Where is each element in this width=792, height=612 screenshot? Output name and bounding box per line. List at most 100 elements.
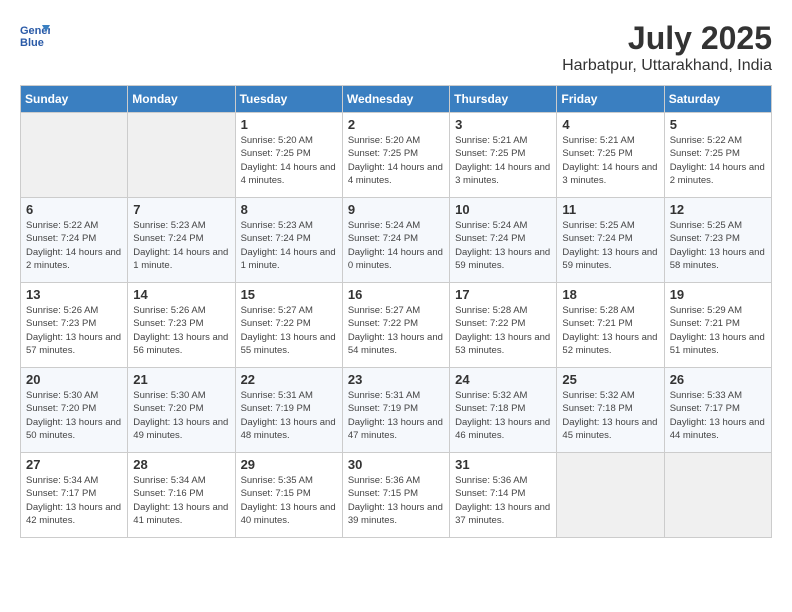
day-info: Sunrise: 5:34 AMSunset: 7:16 PMDaylight:…: [133, 474, 229, 527]
day-number: 9: [348, 202, 444, 217]
day-number: 21: [133, 372, 229, 387]
day-info: Sunrise: 5:24 AMSunset: 7:24 PMDaylight:…: [348, 219, 444, 272]
day-number: 10: [455, 202, 551, 217]
calendar-cell: 31Sunrise: 5:36 AMSunset: 7:14 PMDayligh…: [450, 453, 557, 538]
day-info: Sunrise: 5:30 AMSunset: 7:20 PMDaylight:…: [26, 389, 122, 442]
calendar-cell: 7 Sunrise: 5:23 AMSunset: 7:24 PMDaylight…: [128, 198, 235, 283]
day-info: Sunrise: 5:28 AMSunset: 7:22 PMDaylight:…: [455, 304, 551, 357]
calendar-cell: 17 Sunrise: 5:28 AMSunset: 7:22 PMDayligh…: [450, 283, 557, 368]
day-number: 17: [455, 287, 551, 302]
weekday-header-row: SundayMondayTuesdayWednesdayThursdayFrid…: [21, 86, 772, 113]
calendar-cell: 11 Sunrise: 5:25 AMSunset: 7:24 PMDayligh…: [557, 198, 664, 283]
calendar-cell: 27 Sunrise: 5:34 AMSunset: 7:17 PMDayligh…: [21, 453, 128, 538]
day-number: 26: [670, 372, 766, 387]
day-number: 12: [670, 202, 766, 217]
calendar-cell: 15 Sunrise: 5:27 AMSunset: 7:22 PMDayligh…: [235, 283, 342, 368]
weekday-header: Thursday: [450, 86, 557, 113]
day-info: Sunrise: 5:32 AMSunset: 7:18 PMDaylight:…: [455, 389, 551, 442]
day-number: 7: [133, 202, 229, 217]
day-info: Sunrise: 5:23 AMSunset: 7:24 PMDaylight:…: [241, 219, 337, 272]
calendar-cell: 6 Sunrise: 5:22 AMSunset: 7:24 PMDaylight…: [21, 198, 128, 283]
day-number: 8: [241, 202, 337, 217]
calendar-cell: 5Sunrise: 5:22 AMSunset: 7:25 PMDaylight…: [664, 113, 771, 198]
calendar-cell: [664, 453, 771, 538]
calendar-cell: [128, 113, 235, 198]
calendar-cell: 16 Sunrise: 5:27 AMSunset: 7:22 PMDayligh…: [342, 283, 449, 368]
logo-icon: General Blue: [20, 20, 50, 50]
calendar-cell: [21, 113, 128, 198]
day-number: 29: [241, 457, 337, 472]
weekday-header: Saturday: [664, 86, 771, 113]
day-info: Sunrise: 5:22 AMSunset: 7:25 PMDaylight:…: [670, 134, 766, 187]
calendar-cell: 2 Sunrise: 5:20 AMSunset: 7:25 PMDaylight…: [342, 113, 449, 198]
calendar-cell: 1 Sunrise: 5:20 AMSunset: 7:25 PMDaylight…: [235, 113, 342, 198]
day-info: Sunrise: 5:20 AMSunset: 7:25 PMDaylight:…: [348, 134, 444, 187]
day-info: Sunrise: 5:33 AMSunset: 7:17 PMDaylight:…: [670, 389, 766, 442]
weekday-header: Tuesday: [235, 86, 342, 113]
day-number: 16: [348, 287, 444, 302]
day-info: Sunrise: 5:25 AMSunset: 7:24 PMDaylight:…: [562, 219, 658, 272]
calendar-cell: 8 Sunrise: 5:23 AMSunset: 7:24 PMDaylight…: [235, 198, 342, 283]
calendar-cell: 30Sunrise: 5:36 AMSunset: 7:15 PMDayligh…: [342, 453, 449, 538]
calendar-cell: 14 Sunrise: 5:26 AMSunset: 7:23 PMDayligh…: [128, 283, 235, 368]
page-header: General Blue July 2025 Harbatpur, Uttara…: [20, 20, 772, 75]
calendar-cell: 28 Sunrise: 5:34 AMSunset: 7:16 PMDayligh…: [128, 453, 235, 538]
day-info: Sunrise: 5:23 AMSunset: 7:24 PMDaylight:…: [133, 219, 229, 272]
day-number: 11: [562, 202, 658, 217]
day-number: 27: [26, 457, 122, 472]
month-title: July 2025: [562, 20, 772, 57]
calendar-cell: [557, 453, 664, 538]
title-block: July 2025 Harbatpur, Uttarakhand, India: [562, 20, 772, 75]
day-number: 24: [455, 372, 551, 387]
calendar-week-row: 1 Sunrise: 5:20 AMSunset: 7:25 PMDaylight…: [21, 113, 772, 198]
day-info: Sunrise: 5:34 AMSunset: 7:17 PMDaylight:…: [26, 474, 122, 527]
day-info: Sunrise: 5:27 AMSunset: 7:22 PMDaylight:…: [241, 304, 337, 357]
day-info: Sunrise: 5:22 AMSunset: 7:24 PMDaylight:…: [26, 219, 122, 272]
calendar-cell: 13Sunrise: 5:26 AMSunset: 7:23 PMDayligh…: [21, 283, 128, 368]
weekday-header: Sunday: [21, 86, 128, 113]
logo: General Blue: [20, 20, 50, 50]
day-number: 23: [348, 372, 444, 387]
day-number: 19: [670, 287, 766, 302]
day-number: 25: [562, 372, 658, 387]
day-number: 18: [562, 287, 658, 302]
day-info: Sunrise: 5:29 AMSunset: 7:21 PMDaylight:…: [670, 304, 766, 357]
calendar-cell: 12 Sunrise: 5:25 AMSunset: 7:23 PMDayligh…: [664, 198, 771, 283]
day-info: Sunrise: 5:20 AMSunset: 7:25 PMDaylight:…: [241, 134, 337, 187]
calendar-cell: 3 Sunrise: 5:21 AMSunset: 7:25 PMDaylight…: [450, 113, 557, 198]
day-number: 15: [241, 287, 337, 302]
calendar-table: SundayMondayTuesdayWednesdayThursdayFrid…: [20, 85, 772, 538]
location-title: Harbatpur, Uttarakhand, India: [562, 57, 772, 75]
day-info: Sunrise: 5:21 AMSunset: 7:25 PMDaylight:…: [455, 134, 551, 187]
calendar-cell: 20 Sunrise: 5:30 AMSunset: 7:20 PMDayligh…: [21, 368, 128, 453]
calendar-cell: 23Sunrise: 5:31 AMSunset: 7:19 PMDayligh…: [342, 368, 449, 453]
day-info: Sunrise: 5:26 AMSunset: 7:23 PMDaylight:…: [133, 304, 229, 357]
calendar-cell: 9 Sunrise: 5:24 AMSunset: 7:24 PMDaylight…: [342, 198, 449, 283]
day-info: Sunrise: 5:28 AMSunset: 7:21 PMDaylight:…: [562, 304, 658, 357]
day-info: Sunrise: 5:21 AMSunset: 7:25 PMDaylight:…: [562, 134, 658, 187]
day-number: 6: [26, 202, 122, 217]
day-number: 1: [241, 117, 337, 132]
day-number: 2: [348, 117, 444, 132]
calendar-cell: 24 Sunrise: 5:32 AMSunset: 7:18 PMDayligh…: [450, 368, 557, 453]
day-number: 30: [348, 457, 444, 472]
day-number: 3: [455, 117, 551, 132]
calendar-cell: 21 Sunrise: 5:30 AMSunset: 7:20 PMDayligh…: [128, 368, 235, 453]
day-number: 20: [26, 372, 122, 387]
day-info: Sunrise: 5:35 AMSunset: 7:15 PMDaylight:…: [241, 474, 337, 527]
day-number: 28: [133, 457, 229, 472]
day-number: 14: [133, 287, 229, 302]
calendar-week-row: 13Sunrise: 5:26 AMSunset: 7:23 PMDayligh…: [21, 283, 772, 368]
svg-text:Blue: Blue: [20, 37, 44, 49]
calendar-cell: 25Sunrise: 5:32 AMSunset: 7:18 PMDayligh…: [557, 368, 664, 453]
calendar-cell: 4Sunrise: 5:21 AMSunset: 7:25 PMDaylight…: [557, 113, 664, 198]
day-info: Sunrise: 5:26 AMSunset: 7:23 PMDaylight:…: [26, 304, 122, 357]
day-info: Sunrise: 5:30 AMSunset: 7:20 PMDaylight:…: [133, 389, 229, 442]
day-info: Sunrise: 5:25 AMSunset: 7:23 PMDaylight:…: [670, 219, 766, 272]
day-info: Sunrise: 5:27 AMSunset: 7:22 PMDaylight:…: [348, 304, 444, 357]
calendar-cell: 26 Sunrise: 5:33 AMSunset: 7:17 PMDayligh…: [664, 368, 771, 453]
calendar-week-row: 20 Sunrise: 5:30 AMSunset: 7:20 PMDayligh…: [21, 368, 772, 453]
calendar-week-row: 6 Sunrise: 5:22 AMSunset: 7:24 PMDaylight…: [21, 198, 772, 283]
day-info: Sunrise: 5:24 AMSunset: 7:24 PMDaylight:…: [455, 219, 551, 272]
calendar-cell: 22Sunrise: 5:31 AMSunset: 7:19 PMDayligh…: [235, 368, 342, 453]
